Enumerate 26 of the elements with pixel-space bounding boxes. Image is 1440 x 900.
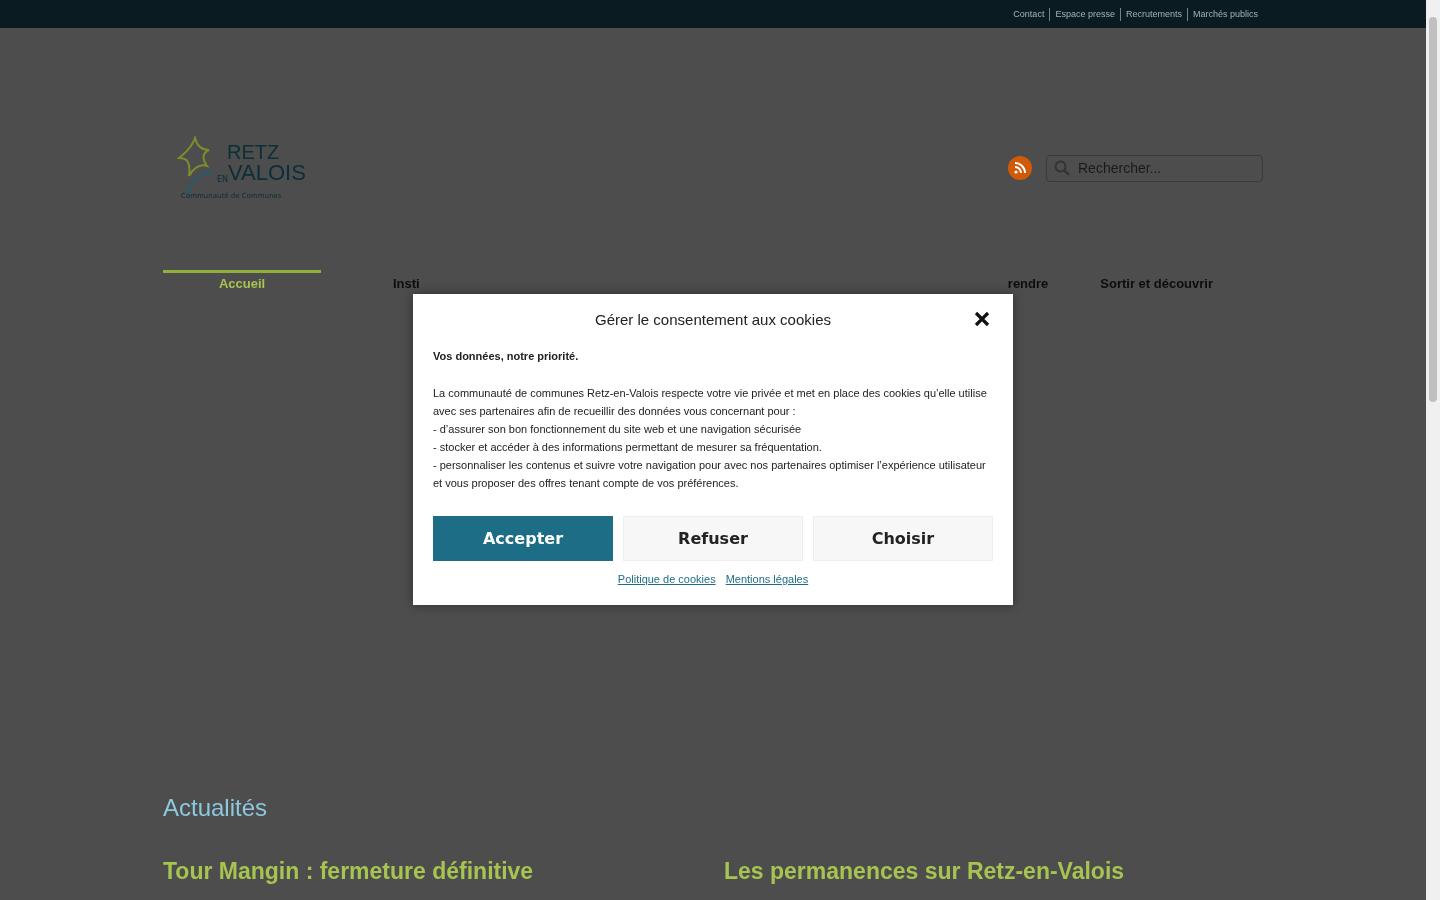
logo-text: RETZ	[227, 142, 281, 162]
dialog-text: La communauté de communes Retz-en-Valois respecte votre vie privée et met en place des cookies qu’elle utilise avec ses partenaires afin de recueillir des données vous concernant pour :	[433, 386, 988, 419]
accept-button[interactable]: Accepter	[433, 516, 613, 561]
section-heading: Actualités	[163, 794, 269, 822]
top-link[interactable]: Espace presse	[1055, 9, 1115, 19]
logo-text: VALOIS	[228, 162, 306, 184]
rss-icon[interactable]	[1008, 156, 1032, 180]
top-link[interactable]: Recrutements	[1125, 9, 1182, 19]
dialog-lead: Vos données, notre priorité.	[433, 350, 580, 362]
policy-link[interactable]: Politique de cookies	[617, 573, 716, 585]
scrollbar[interactable]	[1426, 0, 1440, 900]
dialog-text: - stocker et accéder à des informations permettant de mesurer sa fréquentation.	[433, 440, 823, 455]
nav-item[interactable]: Accueil	[163, 270, 321, 291]
logo-text: EN	[217, 175, 229, 184]
article-title[interactable]: Tour Mangin : fermeture définitive	[163, 858, 534, 885]
dialog-text: - d’assurer son bon fonctionnement du site web et une navigation sécurisée	[433, 422, 803, 437]
dialog-button[interactable]: Refuser	[623, 516, 803, 561]
policy-link[interactable]: Mentions légales	[725, 573, 809, 585]
dialog-text: - personnaliser les contenus et suivre votre navigation pour avec nos partenaires optimiser l’expérience utilisateur et vous proposer des offres tenant compte de vos préférences.	[433, 458, 987, 491]
top-link[interactable]: Contact	[1013, 9, 1045, 19]
close-icon[interactable]	[974, 311, 990, 327]
top-link[interactable]: Marchés publics	[1192, 9, 1258, 19]
dialog-title: Gérer le consentement aux cookies	[595, 310, 831, 328]
search-icon	[1054, 160, 1070, 176]
dialog-button[interactable]: Choisir	[813, 516, 993, 561]
article-title[interactable]: Les permanences sur Retz-en-Valois	[724, 858, 1125, 885]
